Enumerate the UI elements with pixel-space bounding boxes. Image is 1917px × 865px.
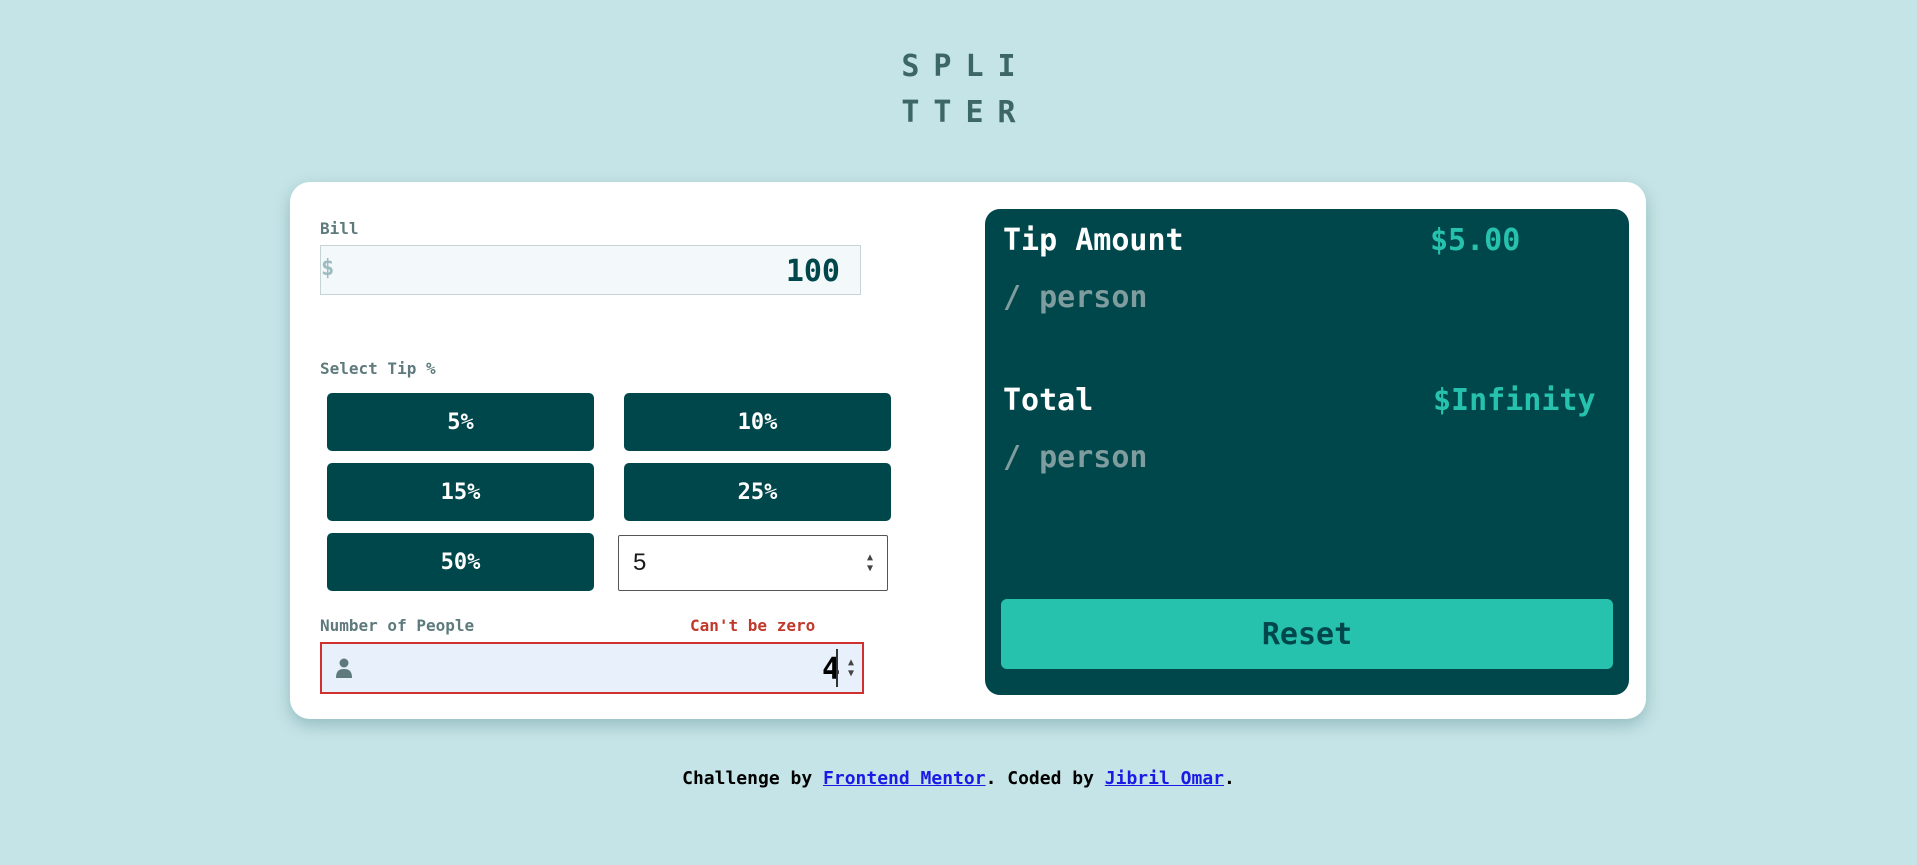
app-logo: SPLI TTER xyxy=(0,44,1917,136)
custom-tip-spinner[interactable]: ▲ ▼ xyxy=(863,550,877,576)
people-spinner[interactable]: ▲ ▼ xyxy=(844,655,858,681)
total-title: Total xyxy=(1003,383,1094,418)
spinner-down-icon[interactable]: ▼ xyxy=(848,668,854,679)
text-caret xyxy=(836,649,838,687)
frontend-mentor-link[interactable]: Frontend Mentor xyxy=(823,768,986,789)
spinner-down-icon[interactable]: ▼ xyxy=(867,563,873,574)
dollar-icon: $ xyxy=(321,256,335,281)
tip-10-button[interactable]: 10% xyxy=(624,393,891,451)
tip-amount-title: Tip Amount xyxy=(1003,223,1184,258)
logo-line-2: TTER xyxy=(901,95,1030,130)
people-input[interactable]: 4 ▲ ▼ xyxy=(320,642,864,694)
footer-prefix: Challenge by xyxy=(682,768,824,789)
reset-button[interactable]: Reset xyxy=(1001,599,1613,669)
author-link[interactable]: Jibril Omar xyxy=(1105,768,1224,789)
bill-label: Bill xyxy=(320,219,359,238)
tip-5-button[interactable]: 5% xyxy=(327,393,594,451)
results-panel: Tip Amount / person $5.00 Total / person… xyxy=(985,209,1629,695)
total-value: $Infinity xyxy=(1433,383,1596,418)
calculator-card: Bill $ 100 Select Tip % 5% 10% 15% 25% 5… xyxy=(290,182,1646,719)
tip-amount-per-person: / person xyxy=(1003,280,1148,315)
tip-15-button[interactable]: 15% xyxy=(327,463,594,521)
spinner-up-icon[interactable]: ▲ xyxy=(848,657,854,668)
total-per-person: / person xyxy=(1003,440,1148,475)
custom-tip-value: 5 xyxy=(633,549,647,576)
tip-amount-value: $5.00 xyxy=(1430,223,1521,258)
footer: Challenge by Frontend Mentor. Coded by J… xyxy=(0,768,1917,789)
tip-25-button[interactable]: 25% xyxy=(624,463,891,521)
people-error-message: Can't be zero xyxy=(690,616,816,635)
custom-tip-input[interactable]: 5 ▲ ▼ xyxy=(618,535,888,591)
spinner-up-icon[interactable]: ▲ xyxy=(867,552,873,563)
tip-50-button[interactable]: 50% xyxy=(327,533,594,591)
footer-middle: . Coded by xyxy=(985,768,1105,789)
bill-value: 100 xyxy=(785,254,840,289)
people-label: Number of People xyxy=(320,616,475,635)
footer-suffix: . xyxy=(1224,768,1235,789)
select-tip-label: Select Tip % xyxy=(320,359,436,378)
bill-input[interactable]: $ 100 xyxy=(320,245,861,295)
person-icon xyxy=(336,658,352,678)
logo-line-1: SPLI xyxy=(901,49,1030,84)
